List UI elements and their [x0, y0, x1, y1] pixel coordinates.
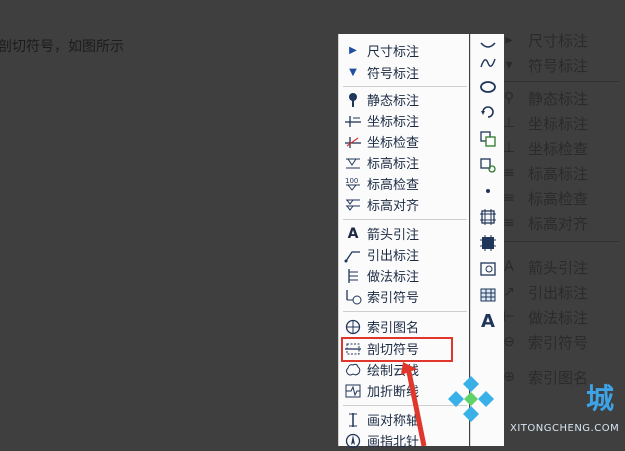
menu-item-elevation-check[interactable]: 100 标高检查: [343, 173, 467, 194]
view-icon[interactable]: [477, 258, 499, 280]
arrow-annotation-icon: A: [347, 225, 359, 242]
ellipse-icon[interactable]: [477, 76, 499, 98]
text-icon[interactable]: A: [477, 310, 499, 332]
ghost-item: ⊖ 索引符号: [500, 332, 588, 352]
menu-item-dimension[interactable]: ▶ 尺寸标注: [343, 40, 467, 61]
rotate-icon[interactable]: [477, 102, 499, 124]
menu-item-index-symbol[interactable]: 索引符号: [343, 286, 467, 307]
menu-item-method[interactable]: 做法标注: [343, 265, 467, 286]
watermark-url: XITONGCHENG.COM: [510, 423, 620, 434]
copy-icon[interactable]: [477, 128, 499, 150]
menu-item-arrow-note[interactable]: A 箭头引注: [343, 223, 467, 244]
leader-icon: [343, 246, 363, 264]
triangle-right-icon: ▶: [349, 45, 357, 56]
elevation-icon: [343, 154, 363, 172]
menu-divider: [343, 219, 467, 220]
triangle-down-icon: ▼: [349, 67, 357, 78]
ghost-item: ⊕ 索引图名: [500, 367, 588, 387]
highlight-box: [341, 337, 453, 362]
menu-item-symbol[interactable]: ▼ 符号标注: [343, 62, 467, 83]
ghost-item: ⊥ 坐标标注: [500, 113, 588, 133]
menu-item-coord[interactable]: 坐标标注: [343, 110, 467, 131]
ghost-item: A 箭头引注: [500, 257, 588, 277]
menu-divider: [343, 86, 467, 87]
dot-icon[interactable]: [477, 180, 499, 202]
symmetry-axis-icon: [343, 411, 363, 429]
index-symbol-icon: [343, 288, 363, 306]
ghost-item: ⊢ 做法标注: [500, 307, 588, 327]
elevation-align-icon: [343, 196, 363, 214]
ghost-item: ≡ 标高检查: [500, 188, 588, 208]
move-icon[interactable]: [477, 154, 499, 176]
method-icon: [343, 267, 363, 285]
grid-icon[interactable]: [477, 232, 499, 254]
ghost-item: ⚲ 静态标注: [500, 88, 588, 108]
menu-item-index-name[interactable]: 索引图名: [343, 316, 467, 337]
hatch-icon[interactable]: [477, 206, 499, 228]
pin-icon: [343, 91, 363, 109]
watermark-text: 城: [586, 382, 615, 415]
cloud-line-icon: [343, 361, 363, 379]
ghost-item: ↗ 引出标注: [500, 282, 588, 302]
table-icon[interactable]: [477, 284, 499, 306]
coordinate-icon: [343, 112, 363, 130]
watermark-logo-icon: [448, 376, 494, 422]
ghost-divider: [500, 81, 620, 82]
ghost-item: ⊥ 坐标检查: [500, 138, 588, 158]
coordinate-check-icon: [343, 133, 363, 151]
ghost-item: ▾ 符号标注: [500, 55, 588, 75]
menu-item-leader[interactable]: 引出标注: [343, 244, 467, 265]
svg-text:100: 100: [345, 177, 358, 185]
index-name-icon: [343, 318, 363, 336]
elevation-check-icon: 100: [343, 175, 363, 193]
spline-icon[interactable]: [477, 52, 499, 74]
break-line-icon: [343, 382, 363, 400]
menu-item-elevation-align[interactable]: 标高对齐: [343, 194, 467, 215]
ghost-divider: [500, 241, 620, 242]
menu-item-elevation[interactable]: 标高标注: [343, 152, 467, 173]
ghost-item: ≡ 标高标注: [500, 163, 588, 183]
menu-item-north-arrow[interactable]: 画指北针: [343, 430, 467, 451]
north-arrow-icon: [343, 432, 363, 450]
ghost-item: ▸ 尺寸标注: [500, 30, 588, 50]
menu-item-static[interactable]: 静态标注: [343, 89, 467, 110]
ghost-item: ≡ 标高对齐: [500, 213, 588, 233]
menu-divider: [343, 311, 467, 312]
menu-item-coord-check[interactable]: 坐标检查: [343, 131, 467, 152]
background-caption: 剖切符号，如图所示: [0, 39, 124, 55]
